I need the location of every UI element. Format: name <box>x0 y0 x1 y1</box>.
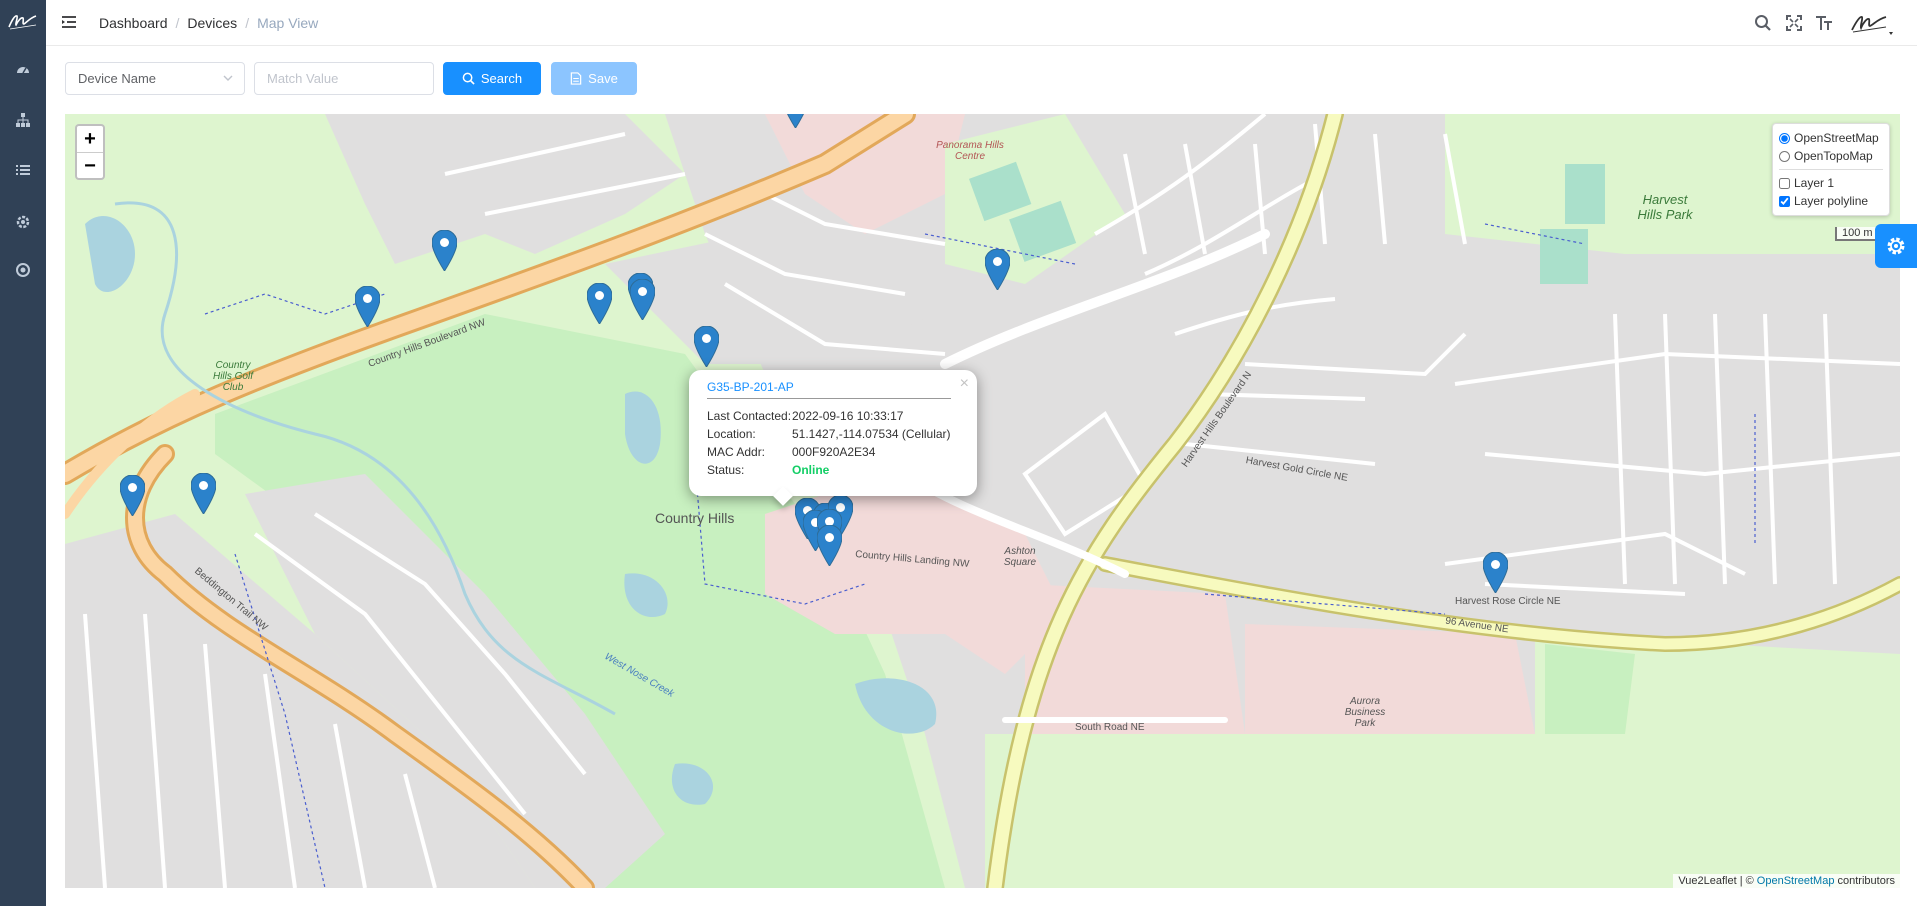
device-marker[interactable] <box>355 286 380 327</box>
device-marker[interactable] <box>587 283 612 324</box>
field-select[interactable]: Device Name <box>65 62 245 95</box>
base-layer-label: OpenTopoMap <box>1794 149 1873 163</box>
popup-value: 000F920A2E34 <box>792 445 876 459</box>
overlay-checkbox[interactable] <box>1779 195 1790 207</box>
popup-device-title[interactable]: G35-BP-201-AP <box>707 380 951 399</box>
device-marker[interactable] <box>985 249 1010 290</box>
base-layer-opentopomap[interactable]: OpenTopoMap <box>1779 147 1883 165</box>
breadcrumb: Dashboard / Devices / Map View <box>99 15 318 31</box>
search-icon <box>462 72 475 85</box>
layer-control: OpenStreetMap OpenTopoMap Layer 1 Layer … <box>1772 123 1890 216</box>
attribution-suffix: contributors <box>1837 875 1895 887</box>
top-navbar: Dashboard / Devices / Map View <box>46 0 1917 46</box>
attribution-link[interactable]: OpenStreetMap <box>1757 875 1835 887</box>
device-marker[interactable] <box>630 279 655 320</box>
popup-key: Last Contacted: <box>707 409 792 423</box>
device-marker[interactable] <box>191 473 216 514</box>
map-tiles[interactable] <box>65 114 1900 888</box>
label-harvest-rose-circle: Harvest Rose Circle NE <box>1455 596 1561 607</box>
label-panorama-hills-centre: Panorama Hills Centre <box>936 140 1004 162</box>
settings-drawer-button[interactable] <box>1875 224 1917 268</box>
label-harvest-hills-park: Harvest Hills Park <box>1637 192 1693 222</box>
layer-divider <box>1779 169 1883 170</box>
popup-key: Status: <box>707 463 745 477</box>
user-avatar-icon[interactable] <box>1849 10 1893 36</box>
popup-key: Location: <box>707 427 756 441</box>
device-marker[interactable] <box>783 114 808 128</box>
popup-row: Location: 51.1427,-114.07534 (Cellular) <box>707 427 959 445</box>
label-ashton-square: Ashton Square <box>1003 546 1037 568</box>
zoom-control: + − <box>75 124 105 180</box>
base-layer-radio[interactable] <box>1779 150 1790 162</box>
font-size-icon[interactable] <box>1813 12 1835 34</box>
brand-logo-icon <box>8 15 37 30</box>
save-button-label: Save <box>588 71 618 86</box>
map-attribution: Vue2Leaflet | © OpenStreetMap contributo… <box>1673 874 1900 888</box>
device-marker[interactable] <box>694 326 719 367</box>
overlay-label: Layer polyline <box>1794 194 1869 208</box>
zoom-in-button[interactable]: + <box>77 126 103 152</box>
match-value-input[interactable] <box>254 62 434 95</box>
breadcrumb-separator: / <box>175 15 180 31</box>
map-container[interactable]: Country Hills Harvest Hills Park Aurora … <box>65 114 1900 888</box>
label-country-hills: Country Hills <box>655 510 735 526</box>
zoom-out-button[interactable]: − <box>77 152 103 178</box>
nav-support-icon[interactable] <box>13 260 33 280</box>
device-marker[interactable] <box>432 230 457 271</box>
base-layer-label: OpenStreetMap <box>1794 131 1879 145</box>
menu-toggle-icon[interactable] <box>60 13 78 31</box>
overlay-checkbox[interactable] <box>1779 177 1790 189</box>
attribution-prefix: Vue2Leaflet | © <box>1678 875 1754 887</box>
search-button[interactable]: Search <box>443 62 541 95</box>
breadcrumb-map-view: Map View <box>257 15 319 31</box>
popup-value: 51.1427,-114.07534 (Cellular) <box>792 427 951 441</box>
popup-row: Last Contacted: 2022-09-16 10:33:17 <box>707 409 959 427</box>
search-icon[interactable] <box>1752 12 1774 34</box>
popup-row: MAC Addr: 000F920A2E34 <box>707 445 959 463</box>
overlay-label: Layer 1 <box>1794 176 1835 190</box>
breadcrumb-devices[interactable]: Devices <box>187 15 237 31</box>
chevron-down-icon <box>223 75 233 81</box>
overlay-layer-1[interactable]: Layer 1 <box>1779 174 1883 192</box>
label-south-road: South Road NE <box>1075 722 1145 733</box>
search-button-label: Search <box>480 71 523 86</box>
overlay-layer-polyline[interactable]: Layer polyline <box>1779 192 1883 210</box>
status-badge: Online <box>792 463 830 477</box>
popup-close-button[interactable]: × <box>960 375 969 393</box>
base-layer-openstreetmap[interactable]: OpenStreetMap <box>1779 129 1883 147</box>
sidebar <box>0 0 46 906</box>
popup-key: MAC Addr: <box>707 445 766 459</box>
label-aurora-business-park: Aurora Business Park <box>1344 696 1386 729</box>
gear-icon <box>1887 237 1905 255</box>
breadcrumb-dashboard[interactable]: Dashboard <box>99 15 168 31</box>
device-marker[interactable] <box>817 525 842 566</box>
device-popup: × G35-BP-201-AP Last Contacted: 2022-09-1… <box>689 370 977 496</box>
document-icon <box>570 72 582 85</box>
label-country-hills-golf-club: Country Hills Golf Club <box>212 360 253 393</box>
nav-settings-icon[interactable] <box>13 212 33 232</box>
nav-devices-tree-icon[interactable] <box>13 110 33 130</box>
device-marker[interactable] <box>120 475 145 516</box>
nav-dashboard-icon[interactable] <box>13 60 33 80</box>
popup-row: Status: Online <box>707 463 959 481</box>
field-select-value: Device Name <box>78 71 157 86</box>
base-layer-radio[interactable] <box>1779 132 1790 144</box>
save-button[interactable]: Save <box>551 62 637 95</box>
popup-value: 2022-09-16 10:33:17 <box>792 409 904 423</box>
fullscreen-icon[interactable] <box>1783 12 1805 34</box>
breadcrumb-separator: / <box>245 15 250 31</box>
nav-list-icon[interactable] <box>13 160 33 180</box>
scale-bar: 100 m <box>1835 227 1880 241</box>
device-marker[interactable] <box>1483 552 1508 593</box>
